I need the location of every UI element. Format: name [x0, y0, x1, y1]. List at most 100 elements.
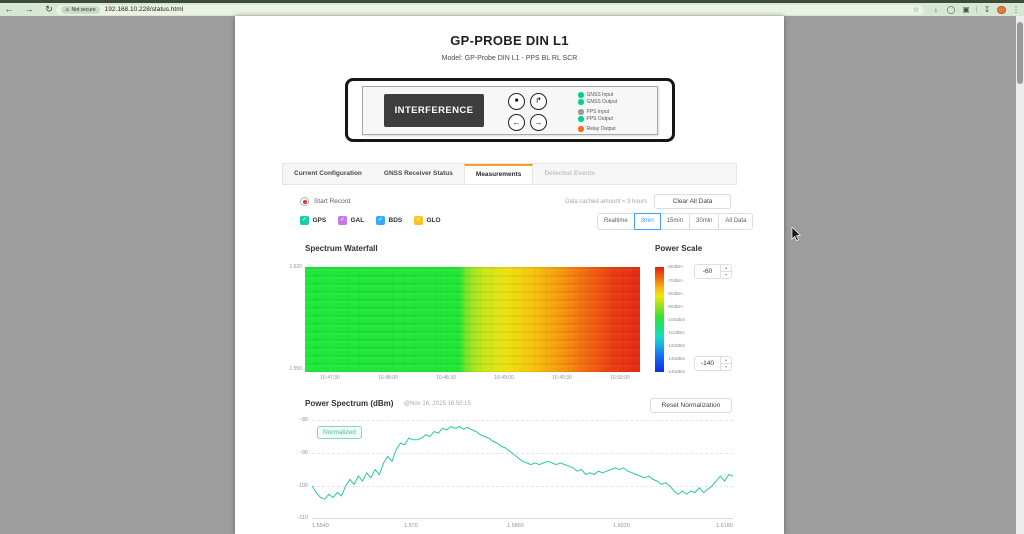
- profile-ring-icon[interactable]: ◯: [945, 3, 957, 16]
- spectrum-line: [312, 420, 733, 519]
- led-label: Relay Output: [587, 126, 616, 132]
- time-range-button-group: Realtime 3min 15min 30min All Data: [597, 213, 753, 230]
- checkbox-gal[interactable]: ✓ GAL: [338, 216, 364, 225]
- scale-tick: -140dBm: [667, 369, 685, 374]
- led-dot-icon: [578, 109, 584, 115]
- waterfall-y-min: 1.550: [278, 366, 302, 372]
- waterfall-title: Spectrum Waterfall: [305, 244, 378, 253]
- forward-icon[interactable]: →: [22, 3, 36, 16]
- device-left-button[interactable]: ←: [508, 114, 525, 131]
- scrollbar-track[interactable]: [1016, 16, 1024, 534]
- gps-checkbox-icon: ✓: [300, 216, 309, 225]
- spinner-up-icon[interactable]: ▲: [721, 265, 731, 272]
- scale-tick: -60dBm: [667, 264, 683, 269]
- clear-all-data-button[interactable]: Clear All Data: [654, 194, 731, 209]
- spectrum-y-tick: -110: [284, 515, 308, 521]
- waterfall-plot[interactable]: [305, 267, 640, 372]
- back-icon[interactable]: ←: [2, 3, 16, 16]
- profile-avatar[interactable]: [997, 6, 1006, 15]
- device-turn-button[interactable]: ↱: [530, 93, 547, 110]
- scale-min-input[interactable]: -140 ▲ ▼: [694, 356, 732, 371]
- led-pps-output: PPS Output: [578, 116, 613, 122]
- waterfall-x-tick: 16:48:00: [368, 375, 408, 381]
- security-badge-label: Not secure: [71, 7, 95, 13]
- waterfall-x-tick: 16:48:30: [426, 375, 466, 381]
- glo-checkbox-icon: ✓: [414, 216, 423, 225]
- glo-label: GLO: [427, 217, 441, 224]
- range-30min-button[interactable]: 30min: [689, 213, 719, 230]
- downloads-tray-icon[interactable]: ↧: [981, 3, 993, 16]
- download-status-icon[interactable]: ↓: [930, 3, 942, 16]
- checkbox-gps[interactable]: ✓GPS: [300, 216, 326, 225]
- gal-label: GAL: [351, 217, 365, 224]
- device-stop-button[interactable]: ■: [508, 93, 525, 110]
- left-arrow-icon: ←: [513, 119, 521, 127]
- led-gnss-input: GNSS Input: [578, 92, 613, 98]
- start-record-button[interactable]: [300, 197, 309, 206]
- waterfall-x-tick: 16:47:30: [310, 375, 350, 381]
- scale-tick: -80dBm: [667, 291, 683, 296]
- led-label: PPS Output: [587, 116, 613, 122]
- normalized-badge: Normalized: [317, 426, 362, 439]
- scale-min-value[interactable]: -140: [695, 357, 720, 370]
- scale-tick: -70dBm: [667, 278, 683, 283]
- waterfall-x-tick: 16:49:00: [484, 375, 524, 381]
- reset-normalization-button[interactable]: Reset Normalization: [650, 398, 732, 413]
- tab-bar: Current Configuration GNSS Receiver Stat…: [282, 163, 737, 185]
- scrollbar-thumb[interactable]: [1017, 22, 1023, 84]
- tab-detected-events[interactable]: Detected Events: [533, 164, 606, 184]
- range-3min-button[interactable]: 3min: [634, 213, 661, 230]
- side-panel-icon[interactable]: ▣: [960, 3, 972, 16]
- spinner: ▲ ▼: [720, 265, 731, 278]
- tab-current-configuration[interactable]: Current Configuration: [283, 164, 373, 184]
- device-display: INTERFERENCE: [384, 94, 484, 127]
- stop-icon: ■: [515, 98, 519, 104]
- spinner-down-icon[interactable]: ▼: [721, 272, 731, 278]
- browser-toolbar: ← → ↻ ⚠ Not secure 192.168.10.228/status…: [0, 3, 1024, 16]
- device-right-button[interactable]: →: [530, 114, 547, 131]
- kebab-menu-icon[interactable]: ⋮: [1010, 3, 1022, 16]
- scale-tick: -120dBm: [667, 343, 685, 348]
- spectrum-y-tick: -80: [284, 417, 308, 423]
- bds-checkbox-icon: ✓: [376, 216, 385, 225]
- security-badge[interactable]: ⚠ Not secure: [61, 6, 100, 14]
- led-dot-icon: [578, 99, 584, 105]
- led-label: PPS Input: [587, 109, 610, 115]
- led-label: GNSS Input: [587, 92, 614, 98]
- spectrum-y-tick: -100: [284, 483, 308, 489]
- gal-checkbox-icon: ✓: [338, 216, 347, 225]
- range-realtime-button[interactable]: Realtime: [597, 213, 635, 230]
- spectrum-x-tick: 1.570: [404, 523, 418, 529]
- range-alldata-button[interactable]: All Data: [718, 213, 753, 230]
- address-bar[interactable]: ⚠ Not secure 192.168.10.228/status.html …: [56, 5, 924, 16]
- turn-arrow-icon: ↱: [535, 97, 542, 105]
- power-scale-title: Power Scale: [655, 244, 702, 253]
- spectrum-x-tick: 1.6180: [716, 523, 733, 529]
- led-relay-output: Relay Output: [578, 126, 616, 132]
- tab-measurements[interactable]: Measurements: [464, 164, 534, 184]
- range-15min-button[interactable]: 15min: [660, 213, 690, 230]
- toolbar-divider: [976, 6, 977, 13]
- spectrum-y-tick: -90: [284, 450, 308, 456]
- bookmark-star-icon[interactable]: ☆: [913, 6, 919, 14]
- scale-max-input[interactable]: -60 ▲ ▼: [694, 264, 732, 279]
- led-dot-icon: [578, 126, 584, 132]
- spectrum-x-tick: 1.6020: [613, 523, 630, 529]
- reload-icon[interactable]: ↻: [42, 3, 56, 16]
- scale-tick: -130dBm: [667, 356, 685, 361]
- checkbox-bds[interactable]: ✓BDS: [376, 216, 402, 225]
- waterfall-y-max: 1.620: [278, 264, 302, 270]
- warning-icon: ⚠: [65, 6, 69, 14]
- scale-max-value[interactable]: -60: [695, 265, 720, 278]
- spinner-down-icon[interactable]: ▼: [721, 364, 731, 370]
- spectrum-x-tick: 1.5540: [312, 523, 329, 529]
- spinner-up-icon[interactable]: ▲: [721, 357, 731, 364]
- spectrum-chart[interactable]: [312, 420, 733, 519]
- checkbox-glo[interactable]: ✓ GLO: [414, 216, 441, 225]
- scale-tick: -110dBm: [667, 330, 685, 335]
- cache-info-text: Data cached amount ≈ 3 hours: [535, 199, 647, 205]
- power-scale-bar: [655, 267, 664, 372]
- led-pps-input: PPS Input: [578, 109, 609, 115]
- tab-gnss-receiver-status[interactable]: GNSS Receiver Status: [373, 164, 464, 184]
- spinner: ▲ ▼: [720, 357, 731, 370]
